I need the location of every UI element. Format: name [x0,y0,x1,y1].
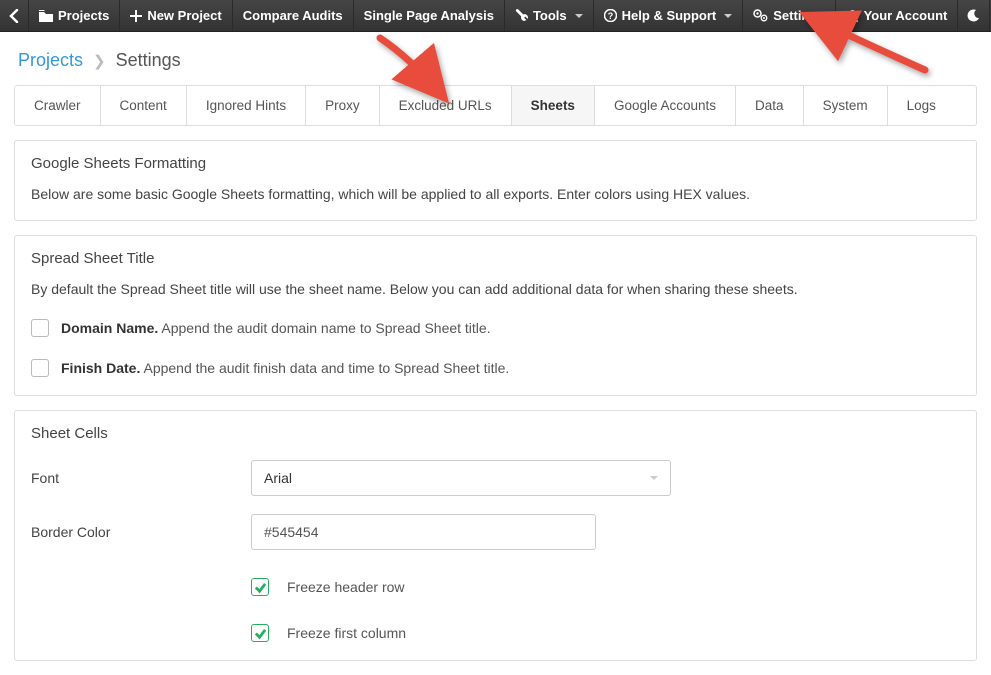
help-icon: ? [604,9,617,22]
chevron-left-icon [9,9,19,23]
nav-label: Tools [533,8,567,23]
option-label: Freeze first column [287,625,406,641]
moon-icon [967,9,980,22]
tab-system[interactable]: System [804,86,888,125]
tab-ignored-hints[interactable]: Ignored Hints [187,86,306,125]
checkbox-freeze-header[interactable] [251,578,269,596]
back-button[interactable] [0,0,29,31]
breadcrumb-active: Settings [116,50,181,71]
user-icon [846,9,859,22]
panel-desc: By default the Spread Sheet title will u… [31,281,960,297]
option-label: Freeze header row [287,579,405,595]
breadcrumb: Projects ❯ Settings [0,32,991,85]
settings-tabs: CrawlerContentIgnored HintsProxyExcluded… [14,85,977,126]
gears-icon [753,9,768,22]
tab-excluded-urls[interactable]: Excluded URLs [380,86,512,125]
option-label: Finish Date. Append the audit finish dat… [61,360,509,376]
tab-crawler[interactable]: Crawler [15,86,101,125]
caret-down-icon [650,476,658,480]
nav-settings[interactable]: Settings [743,0,835,31]
nav-tools[interactable]: Tools [505,0,594,31]
panel-sheet-cells: Sheet Cells Font Arial Border Color Free… [14,410,977,661]
checkmark-icon [254,581,267,594]
nav-help-support[interactable]: ? Help & Support [594,0,744,31]
border-color-input[interactable] [251,514,596,550]
svg-text:?: ? [607,11,613,21]
tab-content[interactable]: Content [101,86,187,125]
option-freeze-header: Freeze header row [251,578,960,596]
option-freeze-column: Freeze first column [251,624,960,642]
nav-right: ? Help & Support Settings Your Account [594,0,991,31]
plus-icon [130,10,142,22]
nav-new-project[interactable]: New Project [120,0,232,31]
tab-proxy[interactable]: Proxy [306,86,380,125]
navbar: Projects New Project Compare Audits Sing… [0,0,991,32]
nav-label: Single Page Analysis [364,8,494,23]
wrench-icon [515,9,528,22]
nav-label: New Project [147,8,221,23]
nav-label: Your Account [864,8,948,23]
chevron-right-icon: ❯ [93,52,106,70]
option-label: Domain Name. Append the audit domain nam… [61,320,491,336]
folder-icon [39,10,53,22]
nav-left: Projects New Project Compare Audits Sing… [0,0,594,31]
nav-label: Compare Audits [243,8,343,23]
tab-sheets[interactable]: Sheets [512,86,595,125]
panel-title: Sheet Cells [31,425,960,442]
panel-spreadsheet-title: Spread Sheet Title By default the Spread… [14,235,977,396]
nav-your-account[interactable]: Your Account [836,0,959,31]
nav-label: Projects [58,8,109,23]
nav-dark-mode[interactable] [958,0,990,31]
checkbox-finish-date[interactable] [31,359,49,377]
caret-down-icon [575,14,583,18]
caret-down-icon [724,14,732,18]
option-finish-date: Finish Date. Append the audit finish dat… [31,359,960,377]
checkmark-icon [254,627,267,640]
tab-logs[interactable]: Logs [888,86,955,125]
font-select-value: Arial [264,470,292,486]
panel-title: Spread Sheet Title [31,250,960,267]
checkbox-freeze-column[interactable] [251,624,269,642]
border-color-label: Border Color [31,524,251,540]
nav-label: Help & Support [622,8,717,23]
option-domain-name: Domain Name. Append the audit domain nam… [31,319,960,337]
nav-label: Settings [773,8,824,23]
tab-data[interactable]: Data [736,86,804,125]
nav-single-page-analysis[interactable]: Single Page Analysis [354,0,505,31]
nav-compare-audits[interactable]: Compare Audits [233,0,354,31]
font-label: Font [31,470,251,486]
checkbox-domain-name[interactable] [31,319,49,337]
nav-projects[interactable]: Projects [29,0,120,31]
panel-desc: Below are some basic Google Sheets forma… [31,186,960,202]
breadcrumb-projects[interactable]: Projects [18,50,83,71]
font-select[interactable]: Arial [251,460,671,496]
tab-google-accounts[interactable]: Google Accounts [595,86,736,125]
panel-google-sheets-formatting: Google Sheets Formatting Below are some … [14,140,977,221]
panel-title: Google Sheets Formatting [31,155,960,172]
